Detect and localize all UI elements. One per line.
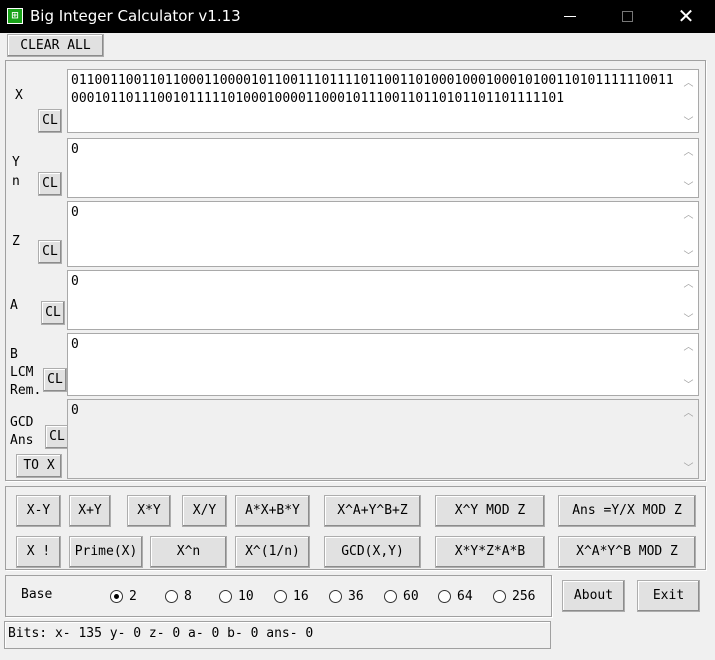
b-clear-button[interactable]: CL [43,368,67,392]
scroll-down-icon[interactable]: ﹀ [679,310,698,325]
ans-output: 0 ︿ ﹀ [67,399,699,479]
scroll-up-icon[interactable]: ︿ [679,206,698,221]
z-clear-button[interactable]: CL [38,240,62,264]
ans-scrollbar[interactable]: ︿ ﹀ [679,400,698,478]
x-scrollbar[interactable]: ︿ ﹀ [679,70,698,132]
op-factorial-button[interactable]: X ! [16,536,61,568]
z-input[interactable]: 0 ︿ ﹀ [67,201,699,267]
scroll-down-icon[interactable]: ﹀ [679,178,698,193]
op-nth-root-button[interactable]: X^(1/n) [235,536,310,568]
b-input[interactable]: 0 ︿ ﹀ [67,333,699,396]
scroll-down-icon[interactable]: ﹀ [679,459,698,474]
op-x-pow-a-y-pow-b-mod-z-button[interactable]: X^A*Y^B MOD Z [558,536,696,568]
op-x-div-y-button[interactable]: X/Y [182,495,227,527]
window-title: Big Integer Calculator v1.13 [30,7,241,25]
radio-selected-dot [114,594,119,599]
scroll-up-icon[interactable]: ︿ [679,404,698,419]
z-scrollbar[interactable]: ︿ ﹀ [679,202,698,266]
y-input-value: 0 [71,142,79,157]
y-scrollbar[interactable]: ︿ ﹀ [679,139,698,197]
op-gcd-button[interactable]: GCD(X,Y) [324,536,421,568]
op-x-minus-y-button[interactable]: X-Y [16,495,61,527]
y-input[interactable]: 0 ︿ ﹀ [67,138,699,198]
scroll-up-icon[interactable]: ︿ [679,338,698,353]
close-button[interactable]: ✕ [657,0,715,33]
x-input[interactable]: 0110011001101100011000010110011101111011… [67,69,699,133]
a-label: A [10,298,18,313]
exit-button[interactable]: Exit [637,580,700,612]
scroll-up-icon[interactable]: ︿ [679,74,698,89]
clear-all-button[interactable]: CLEAR ALL [7,34,104,57]
op-x-pow-a-plus-y-pow-b-plus-z-button[interactable]: X^A+Y^B+Z [324,495,421,527]
scroll-up-icon[interactable]: ︿ [679,275,698,290]
a-clear-button[interactable]: CL [41,301,65,325]
x-input-value: 0110011001101100011000010110011101111011… [71,73,674,106]
x-label: X [15,88,23,103]
y-clear-button[interactable]: CL [38,172,62,196]
maximize-button[interactable] [599,0,657,33]
b-input-value: 0 [71,337,79,352]
a-scrollbar[interactable]: ︿ ﹀ [679,271,698,329]
z-label: Z [12,234,20,249]
ans-clear-button[interactable]: CL [45,425,69,449]
about-button[interactable]: About [562,580,625,612]
scroll-down-icon[interactable]: ﹀ [679,376,698,391]
b-label: B LCM Rem. [10,347,42,398]
scroll-down-icon[interactable]: ﹀ [679,247,698,262]
base-label: Base [21,587,53,602]
minimize-button[interactable] [541,0,599,33]
close-icon: ✕ [677,4,695,28]
op-prime-button[interactable]: Prime(X) [69,536,143,568]
ans-label: GCD Ans [10,415,34,448]
scroll-up-icon[interactable]: ︿ [679,143,698,158]
scroll-down-icon[interactable]: ﹀ [679,113,698,128]
op-x-times-y-button[interactable]: X*Y [127,495,171,527]
op-product-button[interactable]: X*Y*Z*A*B [435,536,545,568]
to-x-button[interactable]: TO X [16,454,62,478]
x-clear-button[interactable]: CL [38,109,62,133]
y-label: Y n [12,155,20,189]
op-ans-y-div-x-mod-z-button[interactable]: Ans =Y/X MOD Z [558,495,696,527]
z-input-value: 0 [71,205,79,220]
calculator-app-icon: ⊞ [7,8,23,24]
op-ax-plus-by-button[interactable]: A*X+B*Y [235,495,310,527]
a-input[interactable]: 0 ︿ ﹀ [67,270,699,330]
minimize-icon [564,16,576,17]
op-x-pow-n-button[interactable]: X^n [150,536,227,568]
b-scrollbar[interactable]: ︿ ﹀ [679,334,698,395]
bits-status-bar: Bits: x- 135 y- 0 z- 0 a- 0 b- 0 ans- 0 [4,621,551,649]
op-x-plus-y-button[interactable]: X+Y [69,495,111,527]
op-x-pow-y-mod-z-button[interactable]: X^Y MOD Z [435,495,545,527]
maximize-icon [622,11,633,22]
ans-output-value: 0 [71,403,79,418]
title-bar: ⊞ Big Integer Calculator v1.13 ✕ [0,0,715,33]
a-input-value: 0 [71,274,79,289]
